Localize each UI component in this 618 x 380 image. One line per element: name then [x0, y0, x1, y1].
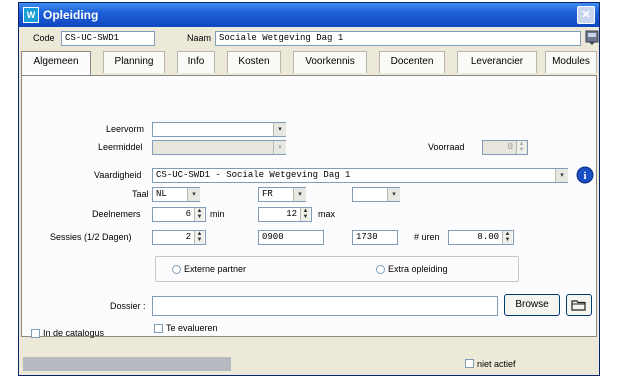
te-evalueren-label: Te evalueren	[166, 323, 218, 333]
status-segment	[23, 357, 231, 371]
taal-1-dropdown-icon[interactable]: ▾	[187, 188, 200, 201]
deelnemers-label: Deelnemers	[92, 209, 141, 219]
tab-algemeen[interactable]: Algemeen	[21, 51, 91, 75]
tab-kosten[interactable]: Kosten	[227, 51, 281, 73]
tab-voorkennis[interactable]: Voorkennis	[293, 51, 367, 73]
extra-opleiding-label: Extra opleiding	[388, 264, 448, 274]
code-label: Code	[33, 33, 55, 43]
start-time-field[interactable]: 0900	[258, 230, 324, 245]
browse-button[interactable]: Browse	[504, 294, 560, 316]
algemeen-panel: Leervorm ▾ Leermiddel ▾ Voorraad 0 ▲ ▼ Va…	[21, 75, 597, 337]
min-label: min	[210, 209, 225, 219]
tab-docenten[interactable]: Docenten	[379, 51, 445, 73]
taal-3-dropdown-icon[interactable]: ▾	[387, 188, 400, 201]
vaardigheid-dropdown-icon[interactable]: ▾	[555, 169, 568, 182]
vaardigheid-label: Vaardigheid	[94, 170, 142, 180]
voorraad-spinner-icon[interactable]: ▲ ▼	[516, 141, 526, 154]
taal-label: Taal	[132, 189, 149, 199]
folder-icon	[571, 300, 587, 315]
leervorm-select[interactable]	[152, 122, 286, 137]
vaardigheid-select[interactable]: CS-UC-SWD1 - Sociale Wetgeving Dag 1	[152, 168, 568, 183]
status-bar: niet actief	[21, 355, 597, 373]
in-catalogus-checkbox[interactable]	[31, 329, 40, 338]
dossier-label: Dossier :	[110, 301, 146, 311]
info-icon[interactable]: i	[576, 166, 594, 184]
tab-modules[interactable]: Modules	[545, 51, 597, 73]
taal-2-dropdown-icon[interactable]: ▾	[293, 188, 306, 201]
app-icon: W	[23, 7, 39, 23]
naam-label: Naam	[187, 33, 212, 43]
naam-field[interactable]: Sociale Wetgeving Dag 1	[215, 31, 581, 46]
deelnemers-min-spinner-icon[interactable]: ▲ ▼	[194, 208, 204, 221]
tab-info[interactable]: Info	[177, 51, 215, 73]
code-field[interactable]: CS-UC-SWD1	[61, 31, 155, 46]
uren-spinner-icon[interactable]: ▲ ▼	[502, 231, 512, 244]
lookup-icon[interactable]	[585, 30, 599, 46]
sessies-spinner-icon[interactable]: ▲ ▼	[194, 231, 204, 244]
voorraad-label: Voorraad	[428, 142, 465, 152]
niet-actief-label: niet actief	[477, 359, 516, 369]
leermiddel-select[interactable]	[152, 140, 286, 155]
window-title: Opleiding	[43, 8, 99, 22]
externe-partner-label: Externe partner	[184, 264, 247, 274]
title-bar[interactable]: W Opleiding ✕	[19, 3, 599, 27]
leermiddel-label: Leermiddel	[98, 142, 143, 152]
tab-strip: Algemeen Planning Info Kosten Voorkennis…	[21, 51, 597, 75]
dossier-field[interactable]	[152, 296, 498, 316]
opleiding-window: W Opleiding ✕ Code CS-UC-SWD1 Naam Socia…	[18, 2, 600, 376]
leermiddel-dropdown-icon[interactable]: ▾	[273, 141, 286, 154]
tab-leverancier[interactable]: Leverancier	[457, 51, 537, 73]
close-button[interactable]: ✕	[577, 6, 595, 24]
leervorm-dropdown-icon[interactable]: ▾	[273, 123, 286, 136]
te-evalueren-checkbox[interactable]	[154, 324, 163, 333]
tab-planning[interactable]: Planning	[103, 51, 165, 73]
externe-partner-radio[interactable]	[172, 265, 181, 274]
in-catalogus-label: In de catalogus	[43, 328, 105, 338]
sessies-label: Sessies (1/2 Dagen)	[50, 232, 132, 242]
extra-opleiding-radio[interactable]	[376, 265, 385, 274]
max-label: max	[318, 209, 336, 219]
leervorm-label: Leervorm	[106, 124, 145, 134]
svg-text:i: i	[583, 170, 586, 182]
uren-label: # uren	[414, 232, 440, 242]
niet-actief-checkbox[interactable]	[465, 359, 474, 368]
folder-button[interactable]	[566, 294, 592, 316]
end-time-field[interactable]: 1730	[352, 230, 398, 245]
deelnemers-max-spinner-icon[interactable]: ▲ ▼	[300, 208, 310, 221]
